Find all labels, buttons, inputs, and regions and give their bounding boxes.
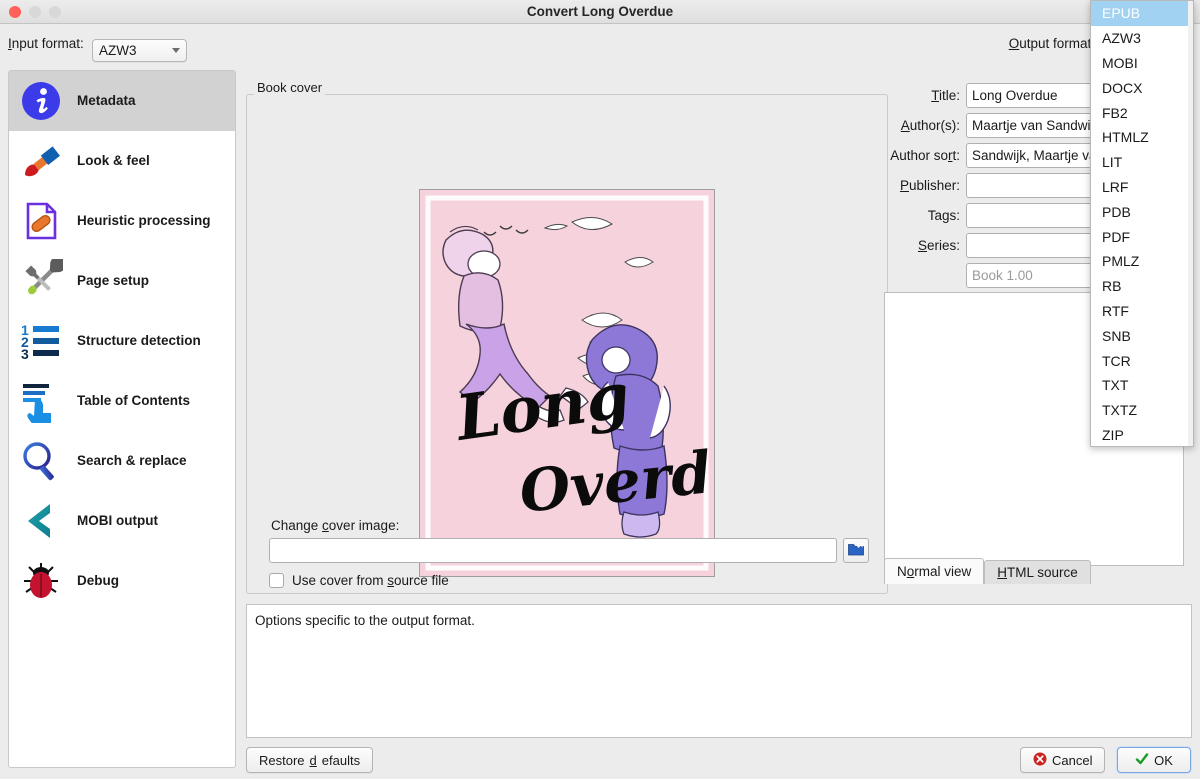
close-window-button[interactable] xyxy=(9,6,21,18)
use-cover-from-source-row[interactable]: Use cover from source file xyxy=(269,573,449,588)
publisher-field-label: Publisher: xyxy=(880,178,960,193)
sidebar-item-label: Page setup xyxy=(77,273,149,289)
tab-html-source[interactable]: HTML source xyxy=(984,560,1091,584)
input-format-combobox[interactable]: AZW3 xyxy=(92,39,187,62)
sidebar-item-label: Structure detection xyxy=(77,333,201,349)
sidebar-item-mobi-output[interactable]: MOBI output xyxy=(9,491,235,551)
conversion-sections-sidebar[interactable]: Metadata Look & feel Heuristic proce xyxy=(8,70,236,768)
book-cover-preview[interactable]: Long Overdue Maartje van Sandwijk xyxy=(419,189,715,577)
sidebar-item-heuristic-processing[interactable]: Heuristic processing xyxy=(9,191,235,251)
dropdown-option-mobi[interactable]: MOBI xyxy=(1091,51,1193,76)
use-cover-from-source-checkbox[interactable] xyxy=(269,573,284,588)
authors-field-label: Author(s): xyxy=(880,118,960,133)
toc-hand-icon xyxy=(17,377,65,425)
dropdown-option-pdf[interactable]: PDF xyxy=(1091,224,1193,249)
sidebar-item-page-setup[interactable]: Page setup xyxy=(9,251,235,311)
bug-icon xyxy=(17,557,65,605)
ok-button-label: OK xyxy=(1154,753,1173,768)
minimize-window-button[interactable] xyxy=(29,6,41,18)
book-cover-group-box: Long Overdue Maartje van Sandwijk Change… xyxy=(246,94,888,594)
sidebar-item-table-of-contents[interactable]: Table of Contents xyxy=(9,371,235,431)
dropdown-option-zip[interactable]: ZIP xyxy=(1091,423,1193,447)
sidebar-item-label: Debug xyxy=(77,573,119,589)
window-controls xyxy=(9,6,61,18)
folder-icon xyxy=(848,542,864,559)
input-format-value: AZW3 xyxy=(99,43,137,58)
option-description-panel: Options specific to the output format. xyxy=(246,604,1192,738)
tags-field-label: Tags: xyxy=(880,208,960,223)
sidebar-item-structure-detection[interactable]: 1 2 3 Structure detection xyxy=(9,311,235,371)
output-format-label: Output format: xyxy=(1009,36,1095,51)
dropdown-option-lrf[interactable]: LRF xyxy=(1091,175,1193,200)
input-format-label-rest: nput format: xyxy=(12,36,84,51)
change-cover-image-label: Change cover image: xyxy=(271,518,399,533)
window-title: Convert Long Overdue xyxy=(0,4,1200,19)
check-icon xyxy=(1135,752,1149,769)
sidebar-item-label: Search & replace xyxy=(77,453,187,469)
sidebar-item-label: Metadata xyxy=(77,93,136,109)
sidebar-item-label: Look & feel xyxy=(77,153,150,169)
change-cover-image-input[interactable] xyxy=(269,538,837,563)
sidebar-item-debug[interactable]: Debug xyxy=(9,551,235,611)
chevron-down-icon xyxy=(172,48,180,53)
book-cover-artwork: Long Overdue Maartje van Sandwijk xyxy=(420,190,714,576)
browse-cover-button[interactable] xyxy=(843,538,869,563)
ok-button[interactable]: OK xyxy=(1117,747,1191,773)
book-cover-group-title: Book cover xyxy=(254,80,325,95)
use-cover-from-source-label: Use cover from source file xyxy=(292,573,449,588)
cancel-button-label: Cancel xyxy=(1052,753,1092,768)
dropdown-option-lit[interactable]: LIT xyxy=(1091,150,1193,175)
sidebar-item-look-and-feel[interactable]: Look & feel xyxy=(9,131,235,191)
info-icon xyxy=(17,77,65,125)
dropdown-option-htmlz[interactable]: HTMLZ xyxy=(1091,125,1193,150)
sidebar-item-label: Heuristic processing xyxy=(77,213,211,229)
sidebar-item-search-replace[interactable]: Search & replace xyxy=(9,431,235,491)
title-bar: Convert Long Overdue xyxy=(0,0,1200,24)
dropdown-option-fb2[interactable]: FB2 xyxy=(1091,100,1193,125)
sidebar-item-label: Table of Contents xyxy=(77,393,190,409)
svg-text:3: 3 xyxy=(21,346,29,362)
dropdown-option-tcr[interactable]: TCR xyxy=(1091,348,1193,373)
dropdown-option-rtf[interactable]: RTF xyxy=(1091,299,1193,324)
input-format-label: Input format: xyxy=(8,36,84,51)
dropdown-option-azw3[interactable]: AZW3 xyxy=(1091,26,1193,51)
dropdown-option-snb[interactable]: SNB xyxy=(1091,323,1193,348)
dropdown-option-txtz[interactable]: TXTZ xyxy=(1091,398,1193,423)
magnifier-icon xyxy=(17,437,65,485)
format-row: Input format: AZW3 Output format: xyxy=(0,24,1200,64)
dropdown-scrollbar[interactable] xyxy=(1188,1,1193,447)
book-cover-group: Book cover xyxy=(246,80,888,594)
output-format-label-rest: utput format: xyxy=(1019,36,1095,51)
author-sort-field-label: Author sort: xyxy=(880,148,960,163)
dropdown-option-epub[interactable]: EPUB xyxy=(1091,1,1193,26)
sidebar-item-metadata[interactable]: Metadata xyxy=(9,71,235,131)
dropdown-option-pdb[interactable]: PDB xyxy=(1091,199,1193,224)
dropdown-option-docx[interactable]: DOCX xyxy=(1091,75,1193,100)
series-field-label: Series: xyxy=(880,238,960,253)
dropdown-option-rb[interactable]: RB xyxy=(1091,274,1193,299)
cancel-button[interactable]: Cancel xyxy=(1020,747,1105,773)
maximize-window-button[interactable] xyxy=(49,6,61,18)
tab-normal-view[interactable]: Normal view xyxy=(884,558,984,584)
dropdown-option-pmlz[interactable]: PMLZ xyxy=(1091,249,1193,274)
output-format-dropdown-popup[interactable]: EPUB AZW3 MOBI DOCX FB2 HTMLZ LIT LRF PD… xyxy=(1090,0,1194,447)
bandage-doc-icon xyxy=(17,197,65,245)
comments-tabbar: Normal view HTML source xyxy=(884,558,1091,584)
tools-icon xyxy=(17,257,65,305)
restore-defaults-button[interactable]: Restore defaults xyxy=(246,747,373,773)
chevron-left-icon xyxy=(17,497,65,545)
numbered-list-icon: 1 2 3 xyxy=(17,317,65,365)
cancel-icon xyxy=(1033,752,1047,769)
paintbrush-icon xyxy=(17,137,65,185)
dropdown-option-txt[interactable]: TXT xyxy=(1091,373,1193,398)
sidebar-item-label: MOBI output xyxy=(77,513,158,529)
convert-dialog-window: Convert Long Overdue Input format: AZW3 … xyxy=(0,0,1200,779)
title-field-label: Title: xyxy=(880,88,960,103)
